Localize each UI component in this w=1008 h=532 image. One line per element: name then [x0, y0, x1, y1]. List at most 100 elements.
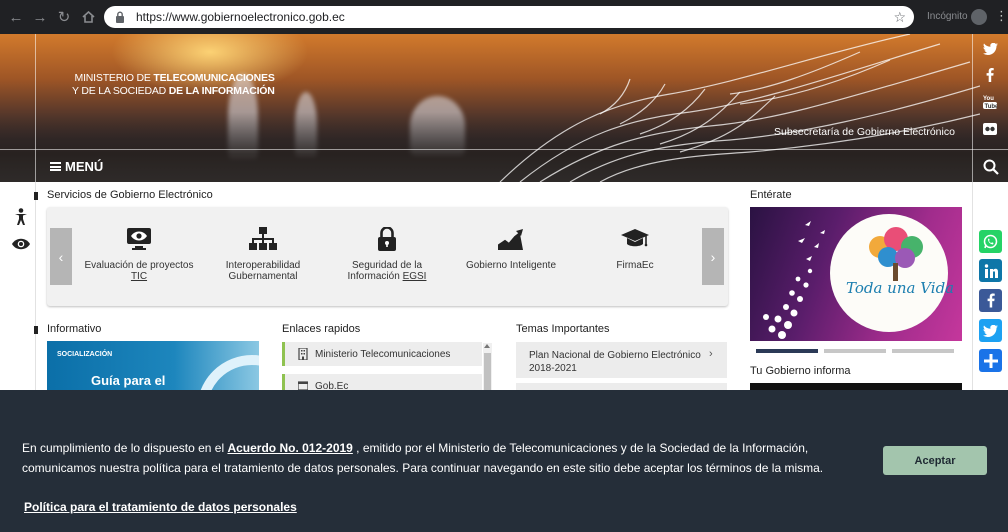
hamburger-icon [50, 162, 61, 171]
informativo-title: Informativo [47, 323, 102, 335]
menu-label: MENÚ [65, 159, 104, 174]
youtube-icon[interactable]: You Tube [978, 92, 1002, 112]
tema-label: Plan Nacional de Gobierno Electrónico 20… [529, 350, 701, 374]
tema-item[interactable]: Plan Nacional de Gobierno Electrónico 20… [516, 342, 727, 378]
carousel-indicator[interactable] [824, 349, 886, 353]
more-share-icon[interactable] [979, 349, 1002, 372]
informativo-tag: SOCIALIZACIÓN [57, 351, 113, 358]
frame-divider [35, 182, 36, 390]
decorative-arc [197, 355, 259, 390]
home-icon[interactable] [76, 5, 100, 29]
padlock-icon [373, 225, 401, 253]
subsecretaria-label: Subsecretaría de Gobierno Electrónico [774, 126, 955, 138]
cookie-consent-banner: En cumplimiento de lo dispuesto en el Ac… [0, 390, 1008, 532]
url-text[interactable]: https://www.gobiernoelectronico.gob.ec [136, 10, 345, 24]
ministry-line2-bold: DE LA INFORMACIÓN [168, 85, 275, 97]
browser-toolbar: ← → ↻ https://www.gobiernoelectronico.go… [0, 0, 1008, 34]
incognito-icon[interactable] [971, 9, 987, 25]
svg-text:You: You [983, 96, 994, 102]
carousel-prev-button[interactable]: ‹ [50, 228, 72, 285]
service-label: Gobierno Inteligente [465, 260, 557, 271]
quick-link-ministerio[interactable]: Ministerio Telecomunicaciones [282, 342, 482, 366]
tu-gobierno-title: Tu Gobierno informa [750, 365, 851, 377]
service-label: Seguridad de la [351, 260, 423, 271]
accessibility-icon[interactable] [10, 206, 32, 228]
ministry-logo-text[interactable]: MINISTERIO DE TELECOMUNICACIONES Y DE LA… [72, 72, 275, 98]
accept-button[interactable]: Aceptar [883, 446, 987, 475]
frame-divider [972, 182, 973, 390]
cookie-text-before: En cumplimiento de lo dispuesto en el [22, 441, 228, 455]
service-firmaec[interactable]: FirmaEc [570, 225, 700, 271]
ministry-line1-prefix: MINISTERIO DE [74, 72, 154, 84]
chevron-right-icon: › [709, 348, 713, 360]
acuerdo-link[interactable]: Acuerdo No. 012-2019 [227, 441, 352, 455]
section-marker [34, 192, 38, 200]
service-seguridad-informacion[interactable]: Seguridad de la Información EGSI [322, 225, 452, 282]
ministry-line1-bold: TELECOMUNICACIONES [153, 72, 275, 84]
service-evaluacion-proyectos[interactable]: Evaluación de proyectos TIC [74, 225, 204, 282]
cookie-message: En cumplimiento de lo dispuesto en el Ac… [22, 438, 852, 478]
tu-gobierno-video[interactable] [750, 383, 962, 390]
service-label: Evaluación de proyectos [84, 260, 194, 271]
ministry-line2-prefix: Y DE LA SOCIEDAD [72, 85, 169, 97]
service-label-abbr: EGSI [402, 271, 427, 282]
whatsapp-share-icon[interactable] [979, 230, 1002, 253]
enterate-banner-image[interactable]: Toda una Vida [750, 207, 962, 341]
services-carousel: ‹ › Evaluación de proyectos TIC Interoper… [47, 207, 728, 306]
browser-menu-icon[interactable]: ⋮ [995, 9, 1008, 23]
monitor-eye-icon [125, 225, 153, 253]
enlaces-scrollbar[interactable] [483, 343, 492, 390]
birds-decoration [763, 221, 825, 339]
service-interoperabilidad[interactable]: Interoperabilidad Gubernamental [198, 225, 328, 282]
linkedin-share-icon[interactable] [979, 259, 1002, 282]
enterate-carousel-indicators [756, 349, 954, 353]
incognito-label: Incógnito [927, 11, 968, 22]
visibility-eye-icon[interactable] [10, 233, 32, 255]
frame-divider [0, 149, 1008, 150]
search-icon[interactable] [983, 159, 999, 175]
scrollbar-thumb[interactable] [484, 353, 491, 390]
tema-item[interactable] [516, 383, 727, 390]
flickr-icon[interactable] [978, 120, 1002, 138]
back-arrow-icon[interactable]: ← [4, 5, 28, 29]
service-label-line2: Información [347, 271, 403, 282]
forward-arrow-icon[interactable]: → [28, 5, 52, 29]
services-title: Servicios de Gobierno Electrónico [47, 189, 213, 201]
carousel-indicator[interactable] [892, 349, 954, 353]
growth-chart-icon [497, 225, 525, 253]
enterate-title: Entérate [750, 189, 792, 201]
facebook-icon[interactable] [978, 66, 1002, 84]
hero-banner: MINISTERIO DE TELECOMUNICACIONES Y DE LA… [0, 34, 1008, 182]
enlaces-title: Enlaces rapidos [282, 323, 361, 335]
temas-title: Temas Importantes [516, 323, 610, 335]
service-label: FirmaEc [616, 260, 654, 271]
service-label-abbr: TIC [130, 271, 148, 282]
lock-icon [115, 11, 127, 23]
facebook-share-icon[interactable] [979, 289, 1002, 312]
address-bar[interactable]: https://www.gobiernoelectronico.gob.ec ☆ [104, 6, 914, 28]
carousel-next-button[interactable]: › [702, 228, 724, 285]
graduation-cap-icon [621, 225, 649, 253]
colorful-tree-graphic [869, 227, 923, 281]
condor-wing-graphic [499, 34, 980, 182]
bookmark-star-icon[interactable]: ☆ [893, 9, 906, 25]
carousel-indicator[interactable] [756, 349, 818, 353]
service-label-line2: Gubernamental [228, 271, 298, 282]
service-label: Interoperabilidad [225, 260, 301, 271]
building-icon [298, 348, 308, 360]
section-marker [34, 326, 38, 334]
scroll-up-arrow-icon[interactable] [484, 344, 490, 348]
privacy-policy-link[interactable]: Política para el tratamiento de datos pe… [24, 500, 297, 514]
service-gobierno-inteligente[interactable]: Gobierno Inteligente [446, 225, 576, 271]
reload-icon[interactable]: ↻ [52, 5, 76, 29]
svg-text:Tube: Tube [985, 104, 998, 110]
frame-divider [35, 34, 36, 182]
informativo-image[interactable]: SOCIALIZACIÓN Guía para el [47, 341, 259, 390]
enterate-image-text: Toda una Vida [846, 279, 955, 297]
twitter-icon[interactable] [978, 40, 1002, 58]
twitter-share-icon[interactable] [979, 319, 1002, 342]
main-menu-button[interactable]: MENÚ [50, 159, 103, 174]
quick-link-label: Ministerio Telecomunicaciones [315, 348, 451, 360]
informativo-headline: Guía para el [91, 373, 166, 388]
hierarchy-icon [249, 225, 277, 253]
